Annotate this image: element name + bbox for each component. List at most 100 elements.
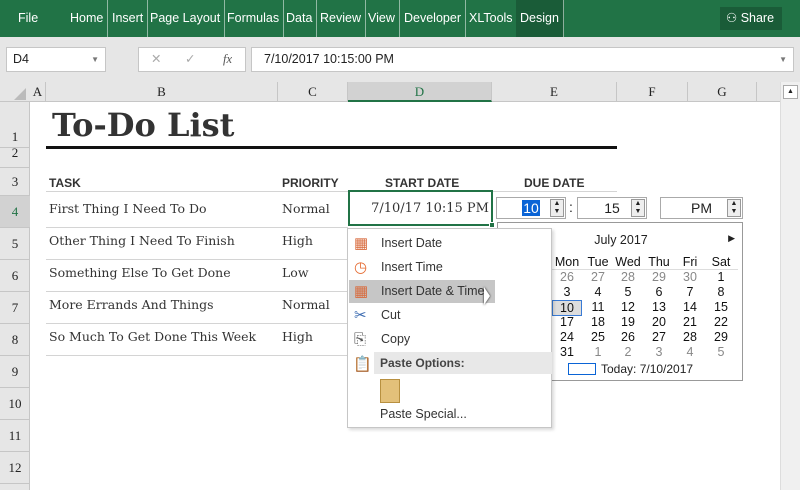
calendar-day[interactable]: 1 <box>706 270 736 284</box>
calendar-day[interactable]: 12 <box>613 300 643 314</box>
chevron-down-icon[interactable]: ▼ <box>91 48 99 71</box>
calendar-day[interactable]: 3 <box>644 345 674 359</box>
name-box[interactable]: D4 ▼ <box>6 47 106 72</box>
ampm-spinner[interactable]: PM ▲ ▼ <box>660 197 743 219</box>
calendar-day[interactable]: 18 <box>583 315 613 329</box>
row-header-10[interactable]: 10 <box>0 388 30 420</box>
priority-cell[interactable]: High <box>282 329 313 344</box>
calendar-day[interactable]: 7 <box>675 285 705 299</box>
priority-cell[interactable]: Low <box>282 265 309 280</box>
row-header-9[interactable]: 9 <box>0 356 30 388</box>
spin-arrows-icon[interactable]: ▲ ▼ <box>631 199 645 217</box>
selected-cell-d4[interactable]: 7/10/17 10:15 PM <box>348 190 495 228</box>
paste-button-icon[interactable] <box>380 379 400 403</box>
calendar-day[interactable]: 31 <box>552 345 582 359</box>
calendar-day[interactable]: 19 <box>613 315 643 329</box>
priority-cell[interactable]: Normal <box>282 297 330 312</box>
insert-function-icon[interactable]: fx <box>223 48 232 71</box>
tab-design[interactable]: Design <box>516 0 564 37</box>
today-link[interactable]: Today: 7/10/2017 <box>601 362 693 376</box>
calendar-day[interactable]: 11 <box>583 300 613 314</box>
calendar-day[interactable]: 24 <box>552 330 582 344</box>
calendar-day[interactable]: 4 <box>675 345 705 359</box>
calendar-day[interactable]: 25 <box>583 330 613 344</box>
menu-item-insert-date[interactable]: ▦ Insert Date <box>349 232 551 255</box>
calendar-day[interactable]: 30 <box>675 270 705 284</box>
calendar-day[interactable]: 4 <box>583 285 613 299</box>
calendar-day[interactable]: 3 <box>552 285 582 299</box>
menu-item-insert-date-time[interactable]: ▦ Insert Date & Time <box>349 280 495 303</box>
calendar-day[interactable]: 5 <box>613 285 643 299</box>
expand-icon[interactable]: ▼ <box>779 48 787 71</box>
column-header-f[interactable]: F <box>617 82 688 102</box>
row-header-11[interactable]: 11 <box>0 420 30 452</box>
tab-view[interactable]: View <box>364 0 400 37</box>
task-cell[interactable]: Other Thing I Need To Finish <box>49 233 235 248</box>
task-cell[interactable]: Something Else To Get Done <box>49 265 231 280</box>
calendar-day[interactable]: 15 <box>706 300 736 314</box>
hour-spinner[interactable]: 10 ▲ ▼ <box>496 197 566 219</box>
calendar-day[interactable]: 28 <box>613 270 643 284</box>
calendar-day[interactable]: 8 <box>706 285 736 299</box>
tab-page-layout[interactable]: Page Layout <box>146 0 226 37</box>
share-button[interactable]: ⚇ Share <box>720 7 782 30</box>
column-header-a[interactable]: A <box>30 82 46 102</box>
calendar-day[interactable]: 27 <box>644 330 674 344</box>
priority-cell[interactable]: High <box>282 233 313 248</box>
row-header-7[interactable]: 7 <box>0 292 30 324</box>
ampm-value[interactable]: PM <box>691 200 712 216</box>
calendar-day[interactable]: 6 <box>644 285 674 299</box>
calendar-day[interactable]: 28 <box>675 330 705 344</box>
formula-input[interactable]: 7/10/2017 10:15:00 PM ▼ <box>251 47 794 72</box>
hour-value[interactable]: 10 <box>522 200 540 216</box>
row-header-2[interactable]: 2 <box>0 146 30 168</box>
menu-item-cut[interactable]: ✂ Cut <box>349 304 551 327</box>
task-cell[interactable]: So Much To Get Done This Week <box>49 329 256 344</box>
tab-file[interactable]: File <box>14 0 42 37</box>
tab-review[interactable]: Review <box>316 0 366 37</box>
column-header-e[interactable]: E <box>492 82 617 102</box>
task-cell[interactable]: More Errands And Things <box>49 297 214 312</box>
calendar-day[interactable]: 10 <box>552 300 582 316</box>
calendar-day[interactable]: 13 <box>644 300 674 314</box>
menu-item-copy[interactable]: ⎘ Copy <box>349 328 551 351</box>
spin-arrows-icon[interactable]: ▲ ▼ <box>727 199 741 217</box>
calendar-day[interactable]: 26 <box>613 330 643 344</box>
tab-formulas[interactable]: Formulas <box>223 0 285 37</box>
row-header-1[interactable]: 1 <box>0 102 30 148</box>
row-header-4[interactable]: 4 <box>0 196 30 228</box>
tab-data[interactable]: Data <box>282 0 318 37</box>
calendar-day[interactable]: 1 <box>583 345 613 359</box>
calendar-day[interactable]: 17 <box>552 315 582 329</box>
column-header-c[interactable]: C <box>278 82 348 102</box>
priority-cell[interactable]: Normal <box>282 201 330 216</box>
menu-item-insert-time[interactable]: ◷ Insert Time <box>349 256 551 279</box>
spin-arrows-icon[interactable]: ▲ ▼ <box>550 199 564 217</box>
calendar-day[interactable]: 29 <box>706 330 736 344</box>
menu-item-paste-special[interactable]: Paste Special... <box>380 407 467 421</box>
minute-value[interactable]: 15 <box>604 200 620 216</box>
cancel-icon[interactable]: ✕ <box>151 48 161 71</box>
row-header-12[interactable]: 12 <box>0 452 30 484</box>
row-header-3[interactable]: 3 <box>0 168 30 196</box>
tab-insert[interactable]: Insert <box>108 0 149 37</box>
tab-xltools[interactable]: XLTools <box>465 0 518 37</box>
row-header-6[interactable]: 6 <box>0 260 30 292</box>
vertical-scrollbar[interactable]: ▲ <box>780 82 800 490</box>
enter-icon[interactable]: ✓ <box>185 48 195 71</box>
calendar-day[interactable]: 22 <box>706 315 736 329</box>
calendar-day[interactable]: 2 <box>613 345 643 359</box>
minute-spinner[interactable]: 15 ▲ ▼ <box>577 197 647 219</box>
column-header-b[interactable]: B <box>46 82 278 102</box>
column-header-g[interactable]: G <box>688 82 757 102</box>
calendar-day[interactable]: 14 <box>675 300 705 314</box>
tab-home[interactable]: Home <box>66 0 109 37</box>
calendar-day[interactable]: 27 <box>583 270 613 284</box>
calendar-day[interactable]: 5 <box>706 345 736 359</box>
select-all-icon[interactable] <box>14 88 26 100</box>
task-cell[interactable]: First Thing I Need To Do <box>49 201 207 216</box>
row-header-5[interactable]: 5 <box>0 228 30 260</box>
calendar-day[interactable]: 21 <box>675 315 705 329</box>
column-header-d[interactable]: D <box>348 82 492 102</box>
calendar-day[interactable]: 29 <box>644 270 674 284</box>
